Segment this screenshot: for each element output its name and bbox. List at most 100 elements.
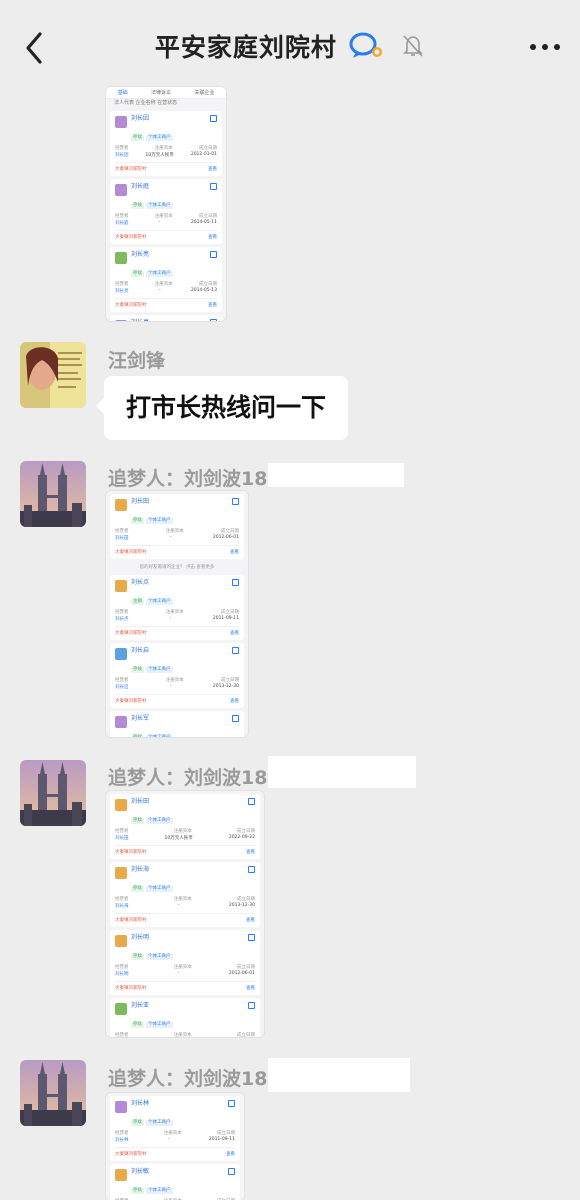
group-title[interactable]: 平安家庭刘院村 — [155, 28, 337, 64]
status-badge: 个体工商户 — [146, 203, 173, 209]
field-label: 注册资本 — [165, 678, 184, 683]
status-badge: 存续 — [131, 271, 144, 277]
card-labels: 经营者 注册资本 成立日期 — [115, 281, 217, 287]
thumb-card-list: 刘长林 存续 个体工商户 经营者 注册资本 成立日期 刘长林 -2011-09-11 大秦镇刘家… — [106, 1096, 244, 1200]
company-card: 刘长军存续个体工商户经营者注册资本成立日期刘长军10万元人民币2014-04-1… — [110, 711, 244, 737]
company-name: 刘长田 — [131, 798, 150, 805]
company-tags: 存续 个体工商户 — [131, 818, 175, 824]
field-value: 刘长海 — [115, 904, 129, 909]
plus-icon — [210, 319, 217, 321]
status-badge: 个体工商户 — [146, 135, 173, 141]
field-label: 注册资本 — [154, 282, 173, 287]
plus-icon — [210, 115, 217, 122]
redaction-box — [268, 1058, 410, 1092]
field-label: 注册资本 — [165, 529, 184, 534]
plus-icon — [210, 251, 217, 258]
avatar[interactable] — [20, 760, 86, 826]
field-value: 2012-06-01 — [212, 535, 239, 540]
view-link: 查看 — [230, 550, 239, 555]
field-label: 成立日期 — [237, 1033, 255, 1038]
field-value: - — [169, 616, 172, 621]
avatar[interactable] — [20, 1060, 86, 1126]
status-badge: 个体工商户 — [146, 886, 173, 892]
company-name: 刘长亭 — [131, 319, 217, 321]
card-values: 刘长庭 - 2014-05-11 — [115, 220, 217, 226]
field-value: 2012-03-01 — [190, 152, 217, 157]
company-card: 刘长因 存续 个体工商户 经营者 注册资本 成立日期 刘长因 10万元人民币 2012-03-0… — [110, 111, 222, 176]
view-link: 查看 — [246, 986, 255, 991]
address-text: 大秦镇刘家院村 — [115, 850, 147, 855]
field-value: 10万元人民币 — [145, 153, 174, 158]
field-value: 刘长田 — [115, 536, 129, 541]
company-logo-icon — [115, 648, 127, 660]
field-value: 2012-06-01 — [228, 971, 255, 976]
card-labels: 经营者 注册资本 成立日期 — [115, 528, 239, 534]
field-label: 经营者 — [115, 1131, 129, 1136]
avatar-city-towers — [20, 1060, 86, 1126]
more-dots-icon[interactable] — [528, 36, 562, 58]
company-logo-icon — [115, 184, 127, 196]
status-badge: 存续 — [131, 735, 144, 737]
field-label: 注册资本 — [154, 146, 173, 151]
card-values: 刘长因 10万元人民币 2012-03-01 — [115, 152, 217, 158]
image-message-3[interactable]: 刘长田 存续 个体工商户 经营者 注册资本 成立日期 刘长田 10万元人民币 2022-09-2… — [105, 790, 265, 1038]
avatar[interactable] — [20, 342, 86, 408]
card-footer: 大秦镇刘家院村 查看 — [115, 626, 239, 636]
company-tags: 存续 个体工商户 — [131, 203, 175, 209]
image-message-0[interactable]: 基础 法律诉讼 关联企业 法人代表 企业名称 在营状态 刘长因 存续 个体工商户 经营… — [105, 86, 227, 322]
field-label: 注册资本 — [173, 897, 192, 902]
plus-icon — [248, 866, 255, 873]
company-logo-icon — [115, 1101, 127, 1113]
status-badge: 个体工商户 — [146, 1188, 173, 1194]
field-label: 经营者 — [115, 282, 129, 287]
text-message-bubble[interactable]: 打市长热线问一下 — [95, 376, 349, 440]
address-text: 大秦镇刘家院村 — [115, 631, 147, 636]
redaction-box — [268, 463, 404, 487]
thumb-tabs: 基础 法律诉讼 关联企业 — [106, 87, 226, 99]
field-label: 注册资本 — [154, 214, 173, 219]
field-label: 经营者 — [115, 829, 129, 834]
company-logo-icon — [115, 799, 127, 811]
view-link: 查看 — [208, 167, 217, 172]
field-label: 成立日期 — [237, 897, 255, 902]
company-card: 刘长庭 存续 个体工商户 经营者 注册资本 成立日期 刘长庭 -2014-05-11 大秦镇刘家… — [110, 179, 222, 244]
company-logo-icon — [115, 935, 127, 947]
field-label: 经营者 — [115, 678, 129, 683]
view-link: 查看 — [246, 850, 255, 855]
card-values: 刘长海 - 2013-12-30 — [115, 903, 255, 909]
field-value: 刘长因 — [115, 153, 129, 158]
avatar-woman-portrait — [20, 342, 86, 408]
field-value: - — [177, 971, 180, 976]
company-name: 刘长林 — [131, 1100, 150, 1107]
plus-icon — [228, 1100, 235, 1107]
field-value: 2022-09-22 — [228, 835, 255, 840]
field-label: 成立日期 — [237, 965, 255, 970]
view-link: 查看 — [226, 1152, 235, 1157]
company-logo-icon — [115, 252, 127, 264]
address-text: 大秦镇刘家院村 — [115, 303, 147, 308]
company-tags: 存续 个体工商户 — [131, 886, 175, 892]
field-value: 刘长启 — [115, 685, 129, 690]
card-footer: 大秦镇刘家院村 查看 — [115, 162, 217, 172]
field-value: 2011-09-11 — [212, 616, 239, 621]
image-message-4[interactable]: 刘长林 存续 个体工商户 经营者 注册资本 成立日期 刘长林 -2011-09-11 大秦镇刘家… — [105, 1092, 245, 1200]
thumb-card-list: 刘长田 存续 个体工商户 经营者 注册资本 成立日期 刘长田 10万元人民币 2022-09-2… — [106, 794, 264, 1038]
card-footer: 大秦镇刘家院村 查看 — [115, 298, 217, 308]
avatar[interactable] — [20, 461, 86, 527]
field-label: 成立日期 — [199, 214, 217, 219]
company-card: 刘长点 注销 个体工商户 经营者 注册资本 成立日期 刘长点 -2011-09-11 大秦镇刘家… — [110, 575, 244, 640]
status-badge: 存续 — [131, 1188, 144, 1194]
status-badge: 个体工商户 — [146, 1120, 173, 1126]
card-footer: 大秦镇刘家院村 查看 — [115, 845, 255, 855]
status-badge: 存续 — [131, 1120, 144, 1126]
field-value: - — [158, 288, 161, 293]
status-badge: 个体工商户 — [146, 735, 173, 737]
company-name: 刘长敏 — [131, 1168, 150, 1175]
view-link: 查看 — [230, 699, 239, 704]
field-label: 注册资本 — [173, 829, 192, 834]
image-message-2[interactable]: 刘长田 存续 个体工商户 经营者 注册资本 成立日期 刘长田 -2012-06-01 大秦镇刘家… — [105, 490, 249, 738]
field-label: 注册资本 — [173, 1033, 192, 1038]
field-label: 成立日期 — [221, 678, 239, 683]
card-footer: 大秦镇刘家院村 查看 — [115, 694, 239, 704]
company-name: 刘长军 — [131, 715, 150, 722]
